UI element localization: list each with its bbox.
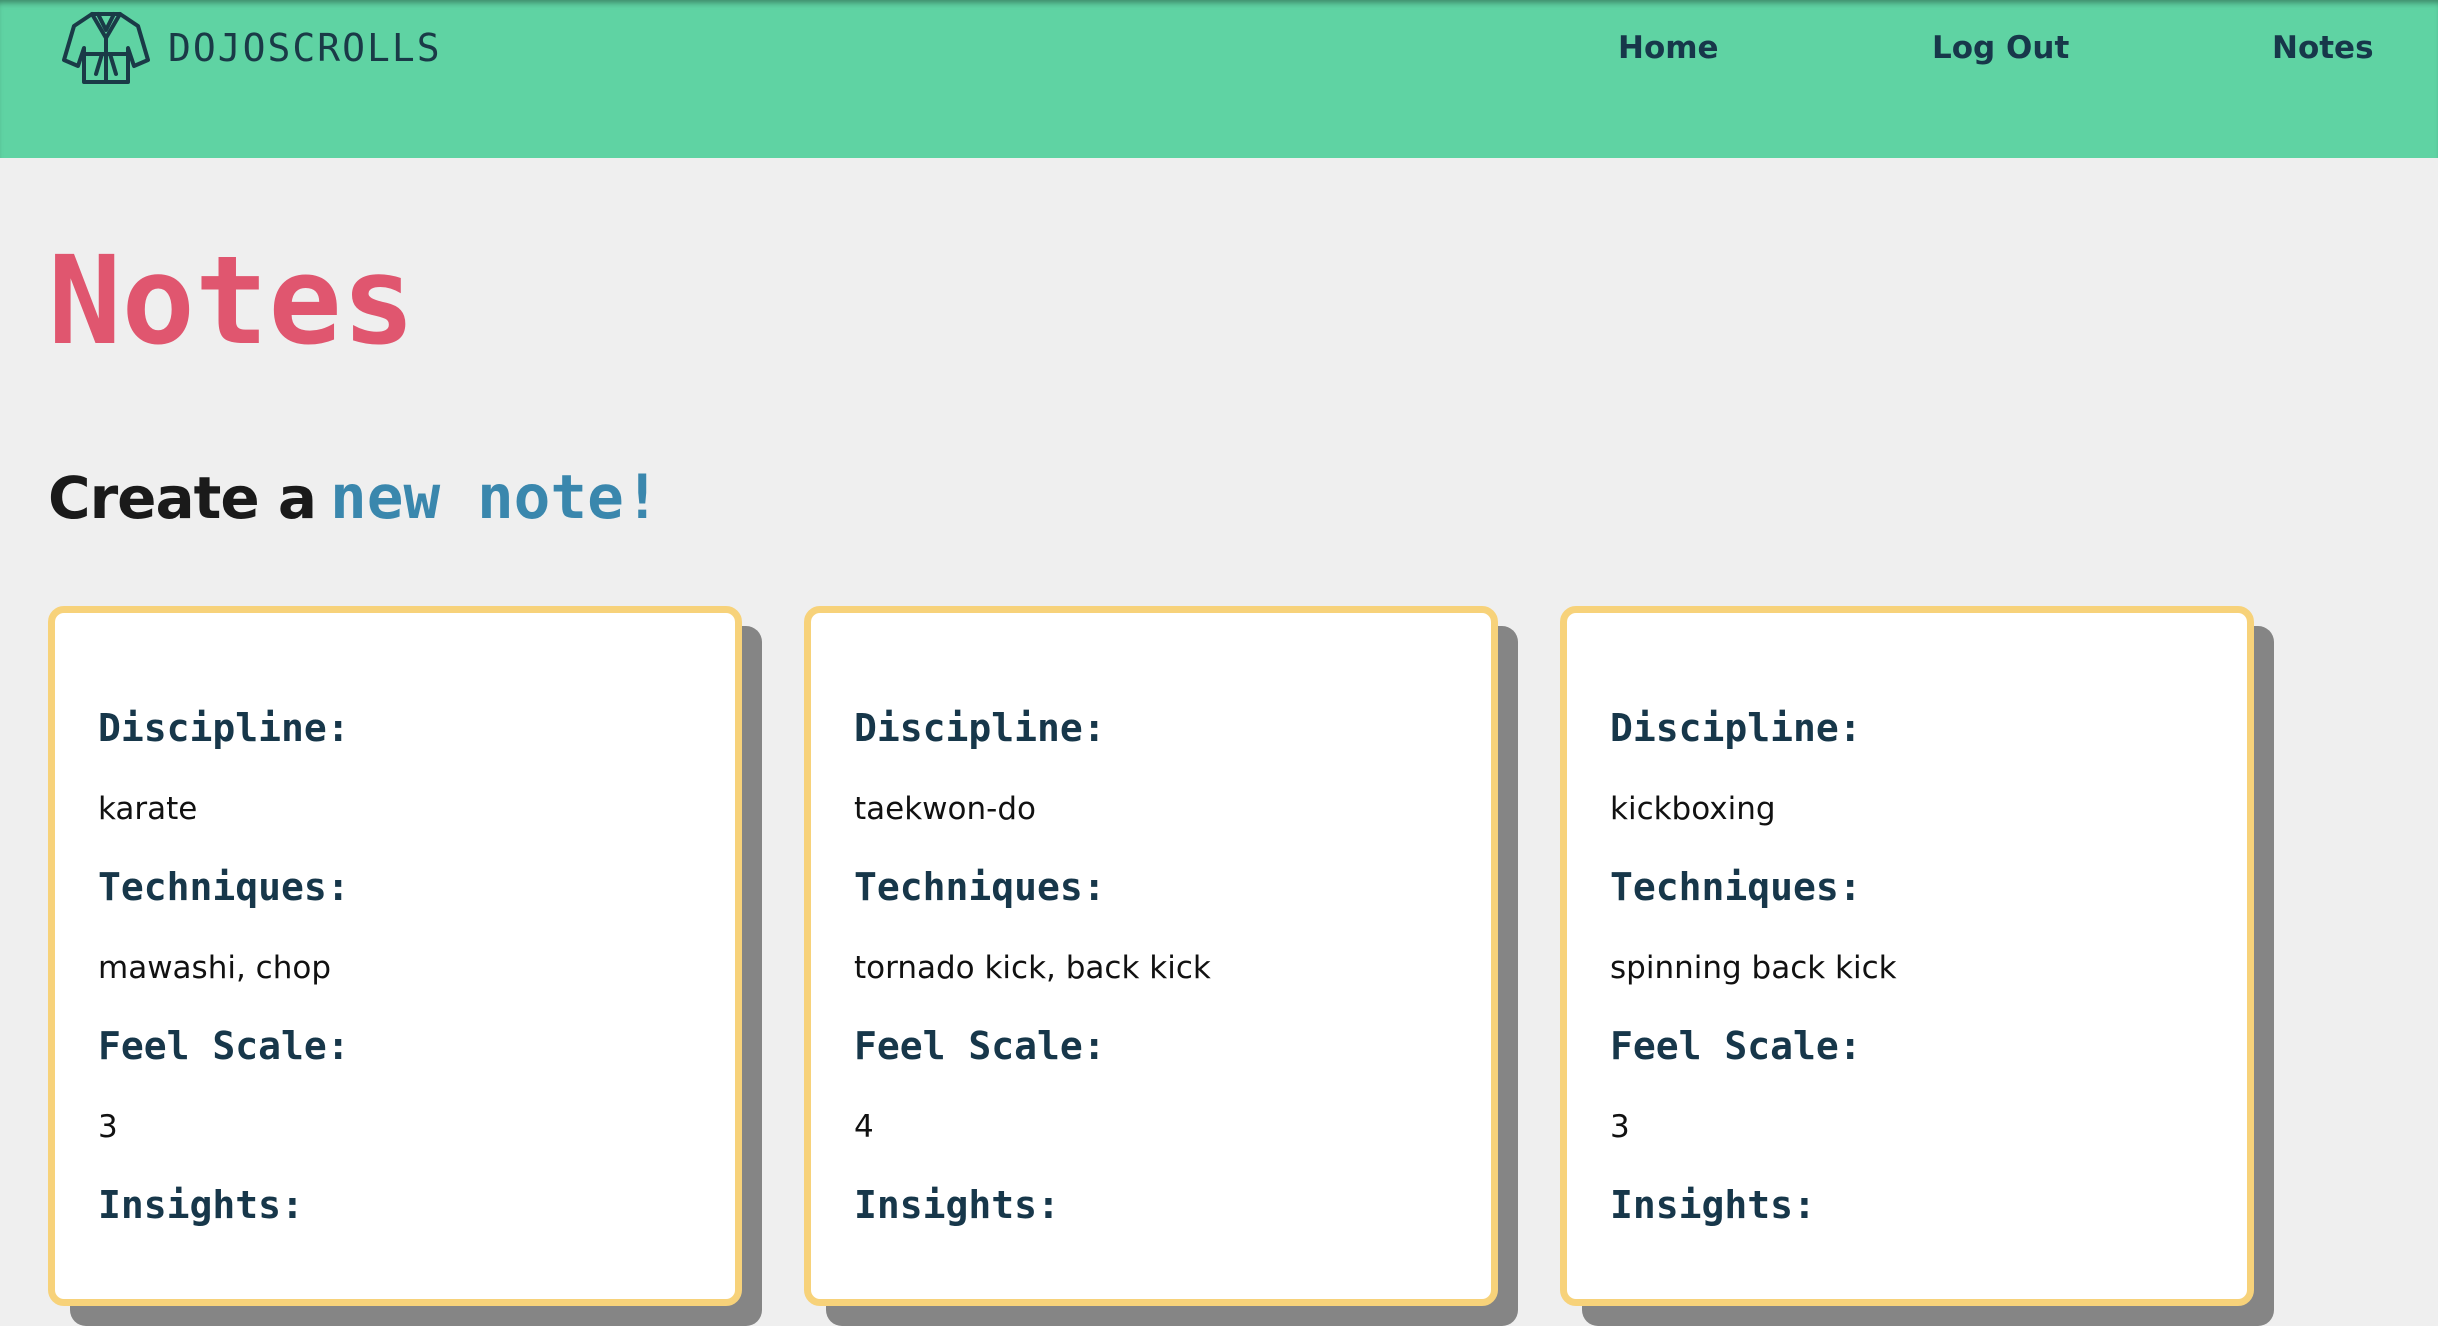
feel-scale-label: Feel Scale: (1610, 1024, 1862, 1068)
techniques-value: tornado kick, back kick (854, 950, 1211, 986)
note-card[interactable]: Discipline: kickboxing Techniques: spinn… (1560, 606, 2254, 1306)
insights-label: Insights: (854, 1183, 1060, 1227)
note-card-wrapper: Discipline: kickboxing Techniques: spinn… (1560, 606, 2274, 1326)
nav-notes-link[interactable]: Notes (2272, 30, 2374, 66)
insights-label: Insights: (1610, 1183, 1816, 1227)
techniques-value: spinning back kick (1610, 950, 1897, 986)
techniques-label: Techniques: (854, 865, 1106, 909)
insights-label: Insights: (98, 1183, 304, 1227)
note-card-wrapper: Discipline: taekwon-do Techniques: torna… (804, 606, 1518, 1326)
brand-logo-link[interactable]: DOJOSCROLLS (62, 8, 442, 88)
gi-uniform-icon (62, 12, 150, 84)
discipline-value: karate (98, 791, 198, 827)
create-note-line: Create a new note! (48, 462, 661, 533)
discipline-value: kickboxing (1610, 791, 1776, 827)
new-note-link[interactable]: new note! (330, 462, 661, 533)
note-card[interactable]: Discipline: karate Techniques: mawashi, … (48, 606, 742, 1306)
navbar: DOJOSCROLLS Home Log Out Notes (0, 0, 2438, 158)
discipline-label: Discipline: (1610, 706, 1862, 750)
techniques-value: mawashi, chop (98, 950, 331, 986)
brand-name: DOJOSCROLLS (168, 26, 442, 70)
techniques-label: Techniques: (1610, 865, 1862, 909)
discipline-label: Discipline: (98, 706, 350, 750)
create-prefix-text: Create a (48, 464, 317, 532)
note-card-wrapper: Discipline: karate Techniques: mawashi, … (48, 606, 762, 1326)
nav-home-link[interactable]: Home (1618, 30, 1719, 66)
techniques-label: Techniques: (98, 865, 350, 909)
note-card[interactable]: Discipline: taekwon-do Techniques: torna… (804, 606, 1498, 1306)
feel-scale-value: 3 (98, 1109, 118, 1145)
discipline-label: Discipline: (854, 706, 1106, 750)
feel-scale-value: 4 (854, 1109, 874, 1145)
feel-scale-value: 3 (1610, 1109, 1630, 1145)
feel-scale-label: Feel Scale: (854, 1024, 1106, 1068)
feel-scale-label: Feel Scale: (98, 1024, 350, 1068)
nav-logout-link[interactable]: Log Out (1932, 30, 2069, 66)
discipline-value: taekwon-do (854, 791, 1036, 827)
page-title: Notes (48, 230, 416, 372)
